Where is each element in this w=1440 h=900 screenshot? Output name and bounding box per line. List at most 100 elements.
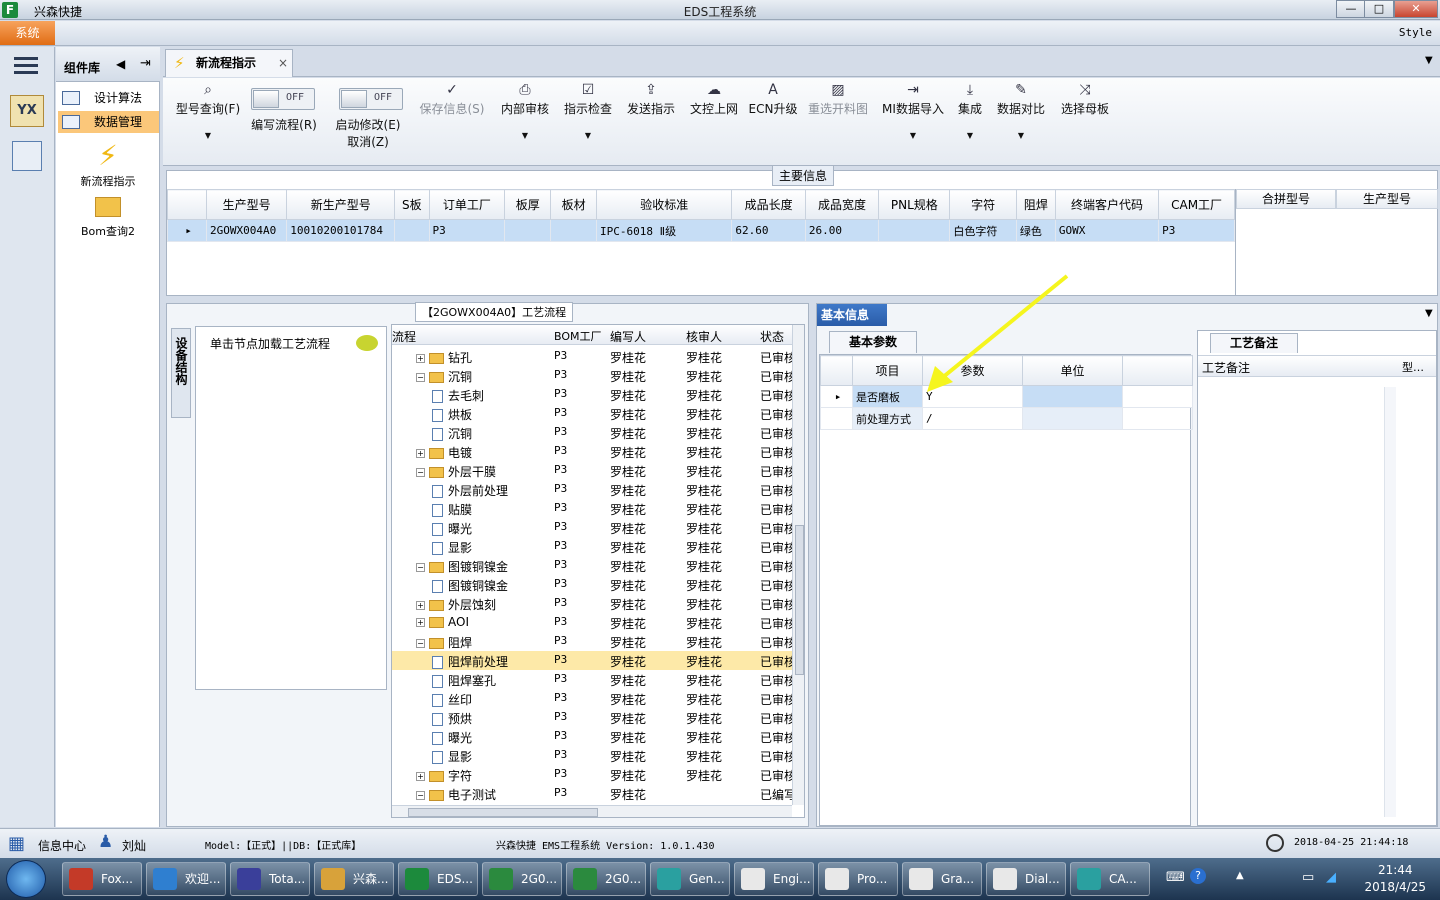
- doc-control-online-button[interactable]: ☁ 文控上网: [687, 82, 741, 117]
- column-header[interactable]: 字符: [949, 189, 1017, 220]
- style-menu[interactable]: Style: [1399, 26, 1432, 39]
- select-mother-board-button[interactable]: ⤨ 选择母板: [1057, 82, 1113, 117]
- column-header[interactable]: 阻焊: [1015, 189, 1056, 220]
- taskbar-item[interactable]: Tota...: [230, 862, 310, 896]
- tree-row[interactable]: 贴膜 P3 罗桂花 罗桂花 已审核: [392, 499, 792, 518]
- expand-toggle-icon[interactable]: +: [416, 618, 425, 627]
- start-button-icon[interactable]: [6, 860, 46, 898]
- taskbar-item[interactable]: Engi...: [734, 862, 814, 896]
- tab-close-icon[interactable]: ×: [278, 50, 288, 76]
- taskbar-item[interactable]: 2G0...: [482, 862, 562, 896]
- tree-row[interactable]: 曝光 P3 罗桂花 罗桂花 已审核: [392, 727, 792, 746]
- start-modify-toggle[interactable]: OFF: [339, 88, 403, 110]
- tree-row[interactable]: − 沉铜 P3 罗桂花 罗桂花 已审核: [392, 366, 792, 385]
- table-cell[interactable]: 26.00: [804, 219, 880, 242]
- note-scrollbar[interactable]: [1384, 387, 1396, 817]
- tree-row[interactable]: 沉铜 P3 罗桂花 罗桂花 已审核: [392, 423, 792, 442]
- expand-toggle-icon[interactable]: −: [416, 791, 425, 800]
- table-cell[interactable]: GOWX: [1054, 219, 1160, 242]
- tree-row[interactable]: 丝印 P3 罗桂花 罗桂花 已审核: [392, 689, 792, 708]
- maximize-button[interactable]: □: [1364, 0, 1394, 18]
- expand-toggle-icon[interactable]: −: [416, 563, 425, 572]
- tree-vscroll[interactable]: [792, 325, 804, 805]
- tree-row[interactable]: 烘板 P3 罗桂花 罗桂花 已审核: [392, 404, 792, 423]
- tree-row[interactable]: 图镀铜镍金 P3 罗桂花 罗桂花 已审核: [392, 575, 792, 594]
- taskbar-item[interactable]: CA...: [1070, 862, 1150, 896]
- tree-row[interactable]: − 外层干膜 P3 罗桂花 罗桂花 已审核: [392, 461, 792, 480]
- table-row[interactable]: 前处理方式 /: [820, 407, 1193, 430]
- network-icon[interactable]: ▭: [1302, 870, 1314, 885]
- table-cell[interactable]: 62.60: [731, 219, 806, 242]
- table-cell[interactable]: 2GOWX004A0: [205, 219, 288, 242]
- taskbar-item[interactable]: Pro...: [818, 862, 898, 896]
- speech-bubble-icon[interactable]: [356, 335, 378, 351]
- param-value-cell[interactable]: /: [922, 407, 1023, 430]
- integrate-button[interactable]: ⤓ 集成 ▼: [953, 82, 987, 140]
- column-header[interactable]: 验收标准: [596, 189, 733, 220]
- hamburger-menu-icon[interactable]: [14, 57, 38, 75]
- taskbar-item[interactable]: EDS...: [398, 862, 478, 896]
- table-cell[interactable]: [394, 219, 430, 242]
- tree-row[interactable]: − 图镀铜镍金 P3 罗桂花 罗桂花 已审核: [392, 556, 792, 575]
- tab-dropdown-icon[interactable]: ▼: [1425, 55, 1433, 66]
- ecn-upgrade-button[interactable]: A ECN升级: [747, 82, 799, 117]
- table-row[interactable]: ▸ 2GOWX004A0 10010200101784 P3 IPC-6018 Ⅱ级 62…: [167, 219, 1235, 242]
- minimize-button[interactable]: —: [1336, 0, 1366, 18]
- write-flow-toggle[interactable]: OFF: [251, 88, 315, 110]
- tree-row[interactable]: + 钻孔 P3 罗桂花 罗桂花 已审核: [392, 347, 792, 366]
- taskbar-item[interactable]: Fox...: [62, 862, 142, 896]
- tree-row[interactable]: 去毛刺 P3 罗桂花 罗桂花 已审核: [392, 385, 792, 404]
- expand-toggle-icon[interactable]: +: [416, 601, 425, 610]
- pin-arrow-icon[interactable]: ⇥: [140, 56, 151, 71]
- tree-row[interactable]: 显影 P3 罗桂花 罗桂花 已审核: [392, 746, 792, 765]
- info-center-link[interactable]: 信息中心: [38, 837, 86, 854]
- column-header[interactable]: 板材: [550, 189, 598, 220]
- tab-basic-params[interactable]: 基本参数: [829, 331, 917, 353]
- taskbar-item[interactable]: Gen...: [650, 862, 730, 896]
- table-cell[interactable]: 绿色: [1015, 219, 1056, 242]
- column-header[interactable]: CAM工厂: [1158, 189, 1235, 220]
- tool-new-flow[interactable]: ⚡ 新流程指示: [56, 139, 160, 189]
- expand-toggle-icon[interactable]: +: [416, 772, 425, 781]
- tray-expand-icon[interactable]: ▲: [1236, 870, 1244, 881]
- data-compare-button[interactable]: ✎ 数据对比 ▼: [995, 82, 1047, 140]
- column-header[interactable]: S板: [394, 189, 430, 220]
- column-header[interactable]: PNL规格: [878, 189, 951, 220]
- tree-row[interactable]: 曝光 P3 罗桂花 罗桂花 已审核: [392, 518, 792, 537]
- instruction-check-button[interactable]: ☑ 指示检查 ▼: [561, 82, 615, 140]
- windows-grid-icon[interactable]: ▦: [8, 833, 25, 854]
- mi-import-button[interactable]: ⇥ MI数据导入 ▼: [879, 82, 947, 140]
- lib-item-design-algo[interactable]: 设计算法: [58, 87, 159, 109]
- column-header[interactable]: 新生产型号: [286, 189, 396, 220]
- column-header[interactable]: 终端客户代码: [1054, 189, 1160, 220]
- send-instruction-button[interactable]: ⇪ 发送指示: [623, 82, 679, 117]
- tree-row[interactable]: + 电镀 P3 罗桂花 罗桂花 已审核: [392, 442, 792, 461]
- help-icon[interactable]: ?: [1190, 868, 1206, 884]
- tab-new-flow[interactable]: ⚡ 新流程指示 ×: [165, 49, 293, 77]
- column-header[interactable]: 生产型号: [205, 189, 288, 220]
- taskbar-item[interactable]: 2G0...: [566, 862, 646, 896]
- table-cell[interactable]: P3: [1158, 219, 1235, 242]
- table-cell[interactable]: IPC-6018 Ⅱ级: [596, 219, 733, 242]
- yx-module-icon[interactable]: YX: [10, 95, 44, 127]
- collapse-left-icon[interactable]: ◀: [116, 57, 125, 71]
- column-header[interactable]: 订单工厂: [428, 189, 506, 220]
- table-cell[interactable]: P3: [428, 219, 506, 242]
- pane-dropdown-icon[interactable]: ▼: [1425, 308, 1433, 319]
- tree-row[interactable]: 预烘 P3 罗桂花 罗桂花 已审核: [392, 708, 792, 727]
- cancel-button[interactable]: 取消(Z): [333, 133, 403, 150]
- taskbar-item[interactable]: 欢迎...: [146, 862, 226, 896]
- column-header[interactable]: 成品长度: [731, 189, 806, 220]
- expand-toggle-icon[interactable]: −: [416, 639, 425, 648]
- taskbar-item[interactable]: Dial...: [986, 862, 1066, 896]
- tree-row[interactable]: + AOI P3 罗桂花 罗桂花 已审核: [392, 613, 792, 632]
- tool-bom-query[interactable]: Bom查询2: [56, 197, 160, 239]
- tree-row[interactable]: + 外层蚀刻 P3 罗桂花 罗桂花 已审核: [392, 594, 792, 613]
- table-cell[interactable]: 10010200101784: [286, 219, 396, 242]
- taskbar-clock[interactable]: 21:44 2018/4/25: [1364, 862, 1426, 896]
- column-header[interactable]: 成品宽度: [804, 189, 880, 220]
- column-header[interactable]: 板厚: [504, 189, 552, 220]
- expand-toggle-icon[interactable]: +: [416, 449, 425, 458]
- type-query-button[interactable]: ⌕ 型号查询(F) ▼: [171, 82, 245, 140]
- tree-row[interactable]: 阻焊塞孔 P3 罗桂花 罗桂花 已审核: [392, 670, 792, 689]
